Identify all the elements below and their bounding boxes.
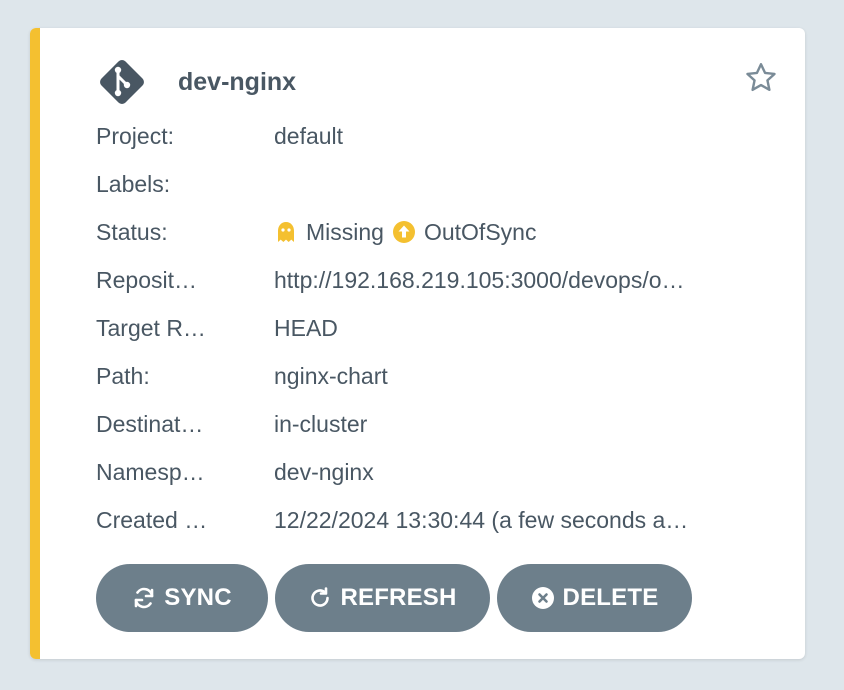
delete-button-label: DELETE xyxy=(562,584,659,611)
arrow-up-circle-icon xyxy=(392,221,415,243)
created-at-row: Created … 12/22/2024 13:30:44 (a few sec… xyxy=(96,496,765,544)
application-tile[interactable]: dev-nginx Project: default Labels: Statu… xyxy=(30,28,805,659)
repository-value: http://192.168.219.105:3000/devops/o… xyxy=(274,267,765,294)
sync-icon xyxy=(134,587,154,609)
namespace-label: Namesp… xyxy=(96,458,205,485)
path-label: Path: xyxy=(96,362,150,389)
namespace-value: dev-nginx xyxy=(274,458,374,485)
destination-label: Destinat… xyxy=(96,410,204,437)
sync-button[interactable]: SYNC xyxy=(96,564,268,632)
project-value: default xyxy=(274,122,344,149)
target-revision-value: HEAD xyxy=(274,314,338,341)
labels-row: Labels: xyxy=(96,160,765,208)
destination-row: Destinat… in-cluster xyxy=(96,400,765,448)
project-row: Project: default xyxy=(96,112,765,160)
repository-label: Reposit… xyxy=(96,266,197,293)
refresh-icon xyxy=(311,587,330,607)
project-label: Project: xyxy=(96,122,174,149)
target-revision-row: Target R… HEAD xyxy=(96,304,765,352)
git-icon xyxy=(100,60,144,104)
health-status-text: Missing xyxy=(306,218,384,245)
app-details: Project: default Labels: Status: Missing xyxy=(96,112,765,544)
path-row: Path: nginx-chart xyxy=(96,352,765,400)
ghost-icon xyxy=(278,222,294,242)
times-circle-icon xyxy=(531,587,554,609)
tile-header: dev-nginx xyxy=(96,56,296,108)
refresh-button-label: REFRESH xyxy=(340,584,457,611)
namespace-row: Namesp… dev-nginx xyxy=(96,448,765,496)
status-label: Status: xyxy=(96,218,168,245)
app-name[interactable]: dev-nginx xyxy=(178,68,296,97)
repository-row: Reposit… http://192.168.219.105:3000/dev… xyxy=(96,256,765,304)
target-revision-label: Target R… xyxy=(96,314,206,341)
status-row: Status: Missing OutOfSync xyxy=(96,208,765,256)
sync-button-label: SYNC xyxy=(164,584,232,611)
created-at-label: Created … xyxy=(96,506,208,533)
created-at-value: 12/22/2024 13:30:44 (a few seconds a… xyxy=(274,506,689,533)
status-stripe xyxy=(30,28,40,659)
sync-status-text: OutOfSync xyxy=(423,218,537,245)
destination-value: in-cluster xyxy=(274,410,368,437)
refresh-button[interactable]: REFRESH xyxy=(275,564,490,632)
labels-label: Labels: xyxy=(96,170,171,197)
tile-actions: SYNC REFRESH DELETE xyxy=(96,564,692,632)
status-value: Missing OutOfSync xyxy=(274,219,765,246)
repository-link[interactable]: http://192.168.219.105:3000/devops/o… xyxy=(274,267,685,293)
delete-button[interactable]: DELETE xyxy=(497,564,692,632)
star-icon[interactable] xyxy=(743,60,779,96)
path-value: nginx-chart xyxy=(274,362,388,389)
